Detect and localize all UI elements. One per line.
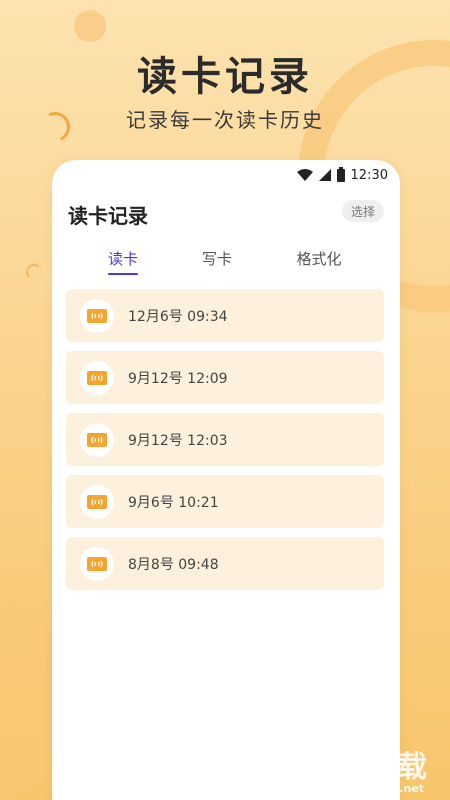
record-icon-badge xyxy=(80,298,114,333)
nfc-card-icon xyxy=(87,432,107,447)
screen: 读卡记录 记录每一次读卡历史 12:30 读卡记录 选择 读卡 写卡 格式化 1… xyxy=(0,0,450,800)
status-time: 12:30 xyxy=(350,167,388,183)
phone-mockup: 12:30 读卡记录 选择 读卡 写卡 格式化 12月6号 09:34 9月12… xyxy=(52,160,400,800)
list-item[interactable]: 9月12号 12:09 xyxy=(66,351,384,404)
watermark-url: www.kkx.net xyxy=(343,782,424,795)
record-icon-badge xyxy=(80,422,114,457)
list-item[interactable]: 9月12号 12:03 xyxy=(66,413,384,466)
tab-label: 读卡 xyxy=(108,250,139,268)
page-title: 读卡记录 xyxy=(68,204,148,228)
record-time: 9月12号 12:03 xyxy=(128,432,228,449)
list-item[interactable]: 9月6号 10:21 xyxy=(66,475,384,528)
decorative-circle xyxy=(74,10,106,42)
tab-active-indicator xyxy=(108,273,138,275)
battery-icon xyxy=(336,166,345,182)
signal-icon xyxy=(318,169,331,181)
record-icon-badge xyxy=(80,484,114,519)
hero-subtitle: 记录每一次读卡历史 xyxy=(126,108,324,132)
status-bar: 12:30 xyxy=(296,166,388,184)
tab-write-card[interactable]: 写卡 xyxy=(201,248,233,269)
wifi-icon xyxy=(296,169,313,181)
tab-bar: 读卡 写卡 格式化 xyxy=(52,248,400,278)
list-item[interactable]: 12月6号 09:34 xyxy=(66,289,384,342)
tab-label: 格式化 xyxy=(296,250,342,268)
record-icon-badge xyxy=(80,546,114,581)
record-list: 12月6号 09:34 9月12号 12:09 9月12号 12:03 9月6号… xyxy=(66,289,384,599)
record-time: 12月6号 09:34 xyxy=(128,308,228,325)
nfc-card-icon xyxy=(87,556,107,571)
tab-format[interactable]: 格式化 xyxy=(295,248,343,269)
record-icon-badge xyxy=(80,360,114,395)
tab-label: 写卡 xyxy=(201,250,232,268)
tab-read-card[interactable]: 读卡 xyxy=(108,248,139,275)
nfc-card-icon xyxy=(87,370,107,385)
list-item[interactable]: 8月8号 09:48 xyxy=(66,537,384,590)
record-time: 9月12号 12:09 xyxy=(128,370,228,387)
record-time: 9月6号 10:21 xyxy=(128,494,219,511)
decorative-arc-small xyxy=(26,264,42,280)
record-time: 8月8号 09:48 xyxy=(128,556,219,573)
nfc-card-icon xyxy=(87,308,107,323)
select-button[interactable]: 选择 xyxy=(342,200,384,222)
hero-title: 读卡记录 xyxy=(137,54,313,100)
nfc-card-icon xyxy=(87,494,107,509)
watermark-logo: KK下载 xyxy=(317,750,428,785)
